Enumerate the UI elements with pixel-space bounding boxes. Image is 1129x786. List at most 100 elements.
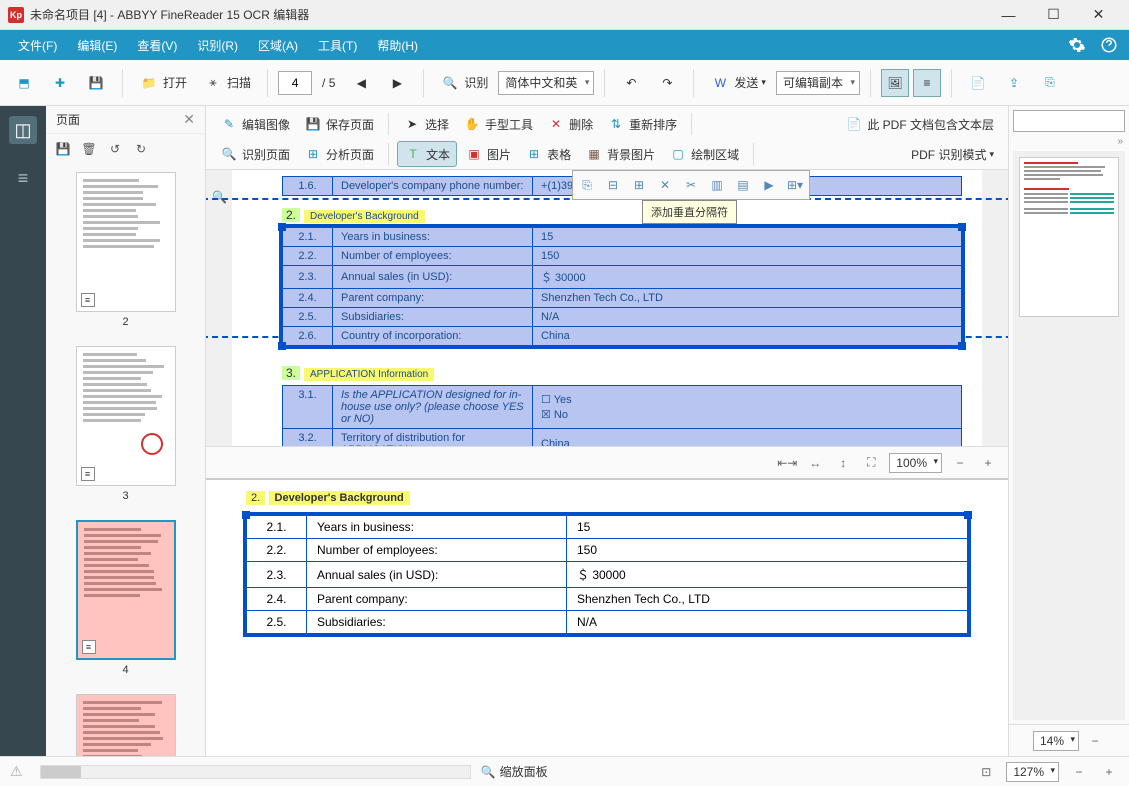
view-text-toggle[interactable]: ≡ (913, 69, 941, 97)
marquee-zoom-icon[interactable]: ⊡ (976, 762, 996, 782)
zoom-panel-button[interactable]: 🔍缩放面板 (481, 763, 548, 780)
thumbnail-page-5[interactable]: ≡5 (46, 694, 205, 756)
style-preview[interactable] (1013, 151, 1125, 720)
result-table[interactable]: 2.1.Years in business:152.2.Number of em… (246, 515, 968, 634)
table-area-button[interactable]: ⊞表格 (519, 141, 577, 167)
save-project-button[interactable]: 💾 (80, 67, 112, 99)
close-button[interactable]: ✕ (1076, 0, 1121, 30)
fit-horizontal-icon[interactable]: ↔ (805, 453, 825, 473)
table-row[interactable]: 3.2.Territory of distribution for APPLIC… (283, 429, 962, 447)
bottom-zoom-select[interactable]: 127% (1006, 762, 1059, 782)
close-panel-icon[interactable]: ✕ (183, 111, 195, 128)
doc-zoom-select[interactable]: 100% (889, 453, 942, 473)
table-props-icon[interactable]: ⊞▾ (783, 173, 807, 197)
hand-tool-button[interactable]: ✋手型工具 (457, 111, 539, 137)
menu-edit[interactable]: 编辑(E) (67, 30, 127, 60)
fit-vertical-icon[interactable]: ↕ (833, 453, 853, 473)
horizontal-scrollbar[interactable] (40, 765, 471, 779)
thumb-rotate-right-icon[interactable]: ↻ (132, 140, 150, 158)
table-sec2[interactable]: 2.1.Years in business:152.2.Number of em… (282, 227, 962, 346)
thumb-delete-icon[interactable]: 🗑 (80, 140, 98, 158)
select-tool-button[interactable]: ➤选择 (397, 111, 455, 137)
prev-page-button[interactable]: ◀ (345, 67, 377, 99)
recognize-page-button[interactable]: 🔍识别页面 (214, 141, 296, 167)
reorder-button[interactable]: ⇅重新排序 (601, 111, 683, 137)
draw-area-button[interactable]: ▢绘制区域 (663, 141, 745, 167)
table-row[interactable]: 3.1.Is the APPLICATION designed for in-h… (283, 386, 962, 429)
magnifier-icon[interactable]: 🔍 (212, 190, 227, 204)
undo-button[interactable]: ↶ (615, 67, 647, 99)
menu-view[interactable]: 查看(V) (127, 30, 187, 60)
analyze-page-button[interactable]: ⊞分析页面 (298, 141, 380, 167)
result-handle-tr[interactable] (964, 511, 972, 519)
settings-icon[interactable] (1065, 33, 1089, 57)
thumb-rotate-left-icon[interactable]: ↺ (106, 140, 124, 158)
handle-tl[interactable] (278, 223, 286, 231)
delete-row-icon[interactable]: ✂ (679, 173, 703, 197)
open-button[interactable]: 📁 打开 (133, 67, 193, 99)
fit-screen-icon[interactable]: ⛶ (861, 453, 881, 473)
language-dropdown[interactable]: 简体中文和英 (498, 71, 594, 95)
delete-col-icon[interactable]: ✕ (653, 173, 677, 197)
save-page-button[interactable]: 💾保存页面 (298, 111, 380, 137)
menu-help[interactable]: 帮助(H) (367, 30, 428, 60)
menu-file[interactable]: 文件(F) (8, 30, 67, 60)
page-number-input[interactable] (278, 71, 312, 95)
help-icon[interactable] (1097, 33, 1121, 57)
maximize-button[interactable]: ☐ (1031, 0, 1076, 30)
table-row[interactable]: 2.4.Parent company:Shenzhen Tech Co., LT… (247, 588, 968, 611)
select-row-icon[interactable]: ▤ (731, 173, 755, 197)
image-area-button[interactable]: ▣图片 (459, 141, 517, 167)
fit-width-icon[interactable]: ⇤⇥ (777, 453, 797, 473)
style-zoom-out-icon[interactable]: − (1085, 731, 1105, 751)
menu-area[interactable]: 区域(A) (248, 30, 308, 60)
handle-tr[interactable] (958, 223, 966, 231)
thumbnail-page-2[interactable]: ≡2 (46, 172, 205, 328)
export-button-2[interactable]: ⇪ (998, 67, 1030, 99)
pdf-mode-dropdown[interactable]: PDF 识别模式▾ (901, 141, 1000, 167)
copy-cell-icon[interactable]: ⎘ (575, 173, 599, 197)
table-row[interactable]: 2.1.Years in business:15 (283, 228, 962, 247)
bottom-zoom-out-icon[interactable]: − (1069, 762, 1089, 782)
thumb-save-icon[interactable]: 💾 (54, 140, 72, 158)
pointer-icon[interactable]: ▶ (757, 173, 781, 197)
table-row[interactable]: 2.4.Parent company:Shenzhen Tech Co., LT… (283, 289, 962, 308)
table-sec3[interactable]: 3.1.Is the APPLICATION designed for in-h… (282, 385, 962, 446)
recognize-button[interactable]: 🔍 识别 (434, 67, 494, 99)
table-row[interactable]: 2.1.Years in business:15 (247, 516, 968, 539)
bottom-zoom-in-icon[interactable]: + (1099, 762, 1119, 782)
handle-bl[interactable] (278, 342, 286, 350)
table-row[interactable]: 2.5.Subsidiaries:N/A (247, 611, 968, 634)
bg-image-button[interactable]: ▦背景图片 (579, 141, 661, 167)
scan-button[interactable]: ⚹ 扫描 (197, 67, 257, 99)
table-row[interactable]: 2.3.Annual sales (in USD):＄ 30000 (283, 266, 962, 289)
style-zoom-select[interactable]: 14% (1033, 731, 1079, 751)
select-col-icon[interactable]: ▥ (705, 173, 729, 197)
copy-mode-dropdown[interactable]: 可编辑副本 (776, 71, 860, 95)
redo-button[interactable]: ↷ (651, 67, 683, 99)
warning-icon[interactable]: ⚠ (10, 763, 30, 780)
style-collapse-icon[interactable]: » (1009, 136, 1129, 147)
menu-recognize[interactable]: 识别(R) (187, 30, 248, 60)
list-tab-icon[interactable]: ≡ (9, 164, 37, 192)
document-image-view[interactable]: 🔍 ⎘ ⊟ ⊞ ✕ ✂ ▥ ▤ ▶ ⊞▾ 添加垂直分隔符 (206, 170, 1008, 446)
next-page-button[interactable]: ▶ (381, 67, 413, 99)
thumbnail-page-4[interactable]: ≡4 (46, 520, 205, 676)
result-text-view[interactable]: 2. Developer's Background 2.1.Years in b… (206, 478, 1008, 756)
edit-image-button[interactable]: ✎编辑图像 (214, 111, 296, 137)
thumbnail-list[interactable]: ≡2 ≡3 ≡4 ≡5 (46, 164, 205, 756)
menu-tools[interactable]: 工具(T) (308, 30, 367, 60)
thumbnail-page-3[interactable]: ≡3 (46, 346, 205, 502)
table-row[interactable]: 2.2.Number of employees:150 (247, 539, 968, 562)
table-row[interactable]: 2.3.Annual sales (in USD):＄ 30000 (247, 562, 968, 588)
minimize-button[interactable]: — (986, 0, 1031, 30)
table-row[interactable]: 2.6.Country of incorporation:China (283, 327, 962, 346)
result-handle-tl[interactable] (242, 511, 250, 519)
delete-button[interactable]: ✕删除 (541, 111, 599, 137)
view-image-toggle[interactable]: 🖼 (881, 69, 909, 97)
split-v-icon[interactable]: ⊞ (627, 173, 651, 197)
pages-tab-icon[interactable]: ◫ (9, 116, 37, 144)
merge-h-icon[interactable]: ⊟ (601, 173, 625, 197)
table-row[interactable]: 2.2.Number of employees:150 (283, 247, 962, 266)
export-pdf-button[interactable]: 📄 (962, 67, 994, 99)
